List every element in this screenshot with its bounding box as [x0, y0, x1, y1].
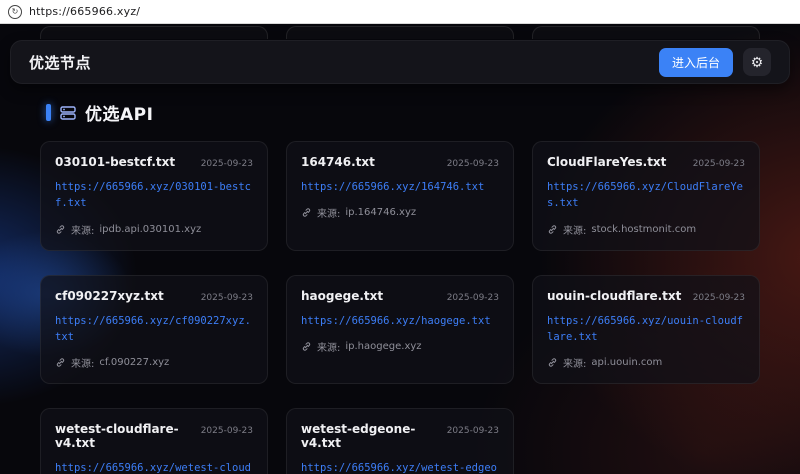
source-label: 来源:: [317, 339, 340, 354]
file-source-row: 来源: ip.164746.xyz: [301, 205, 499, 220]
file-url-link[interactable]: https://665966.xyz/wetest-cloudflare-v4.…: [55, 460, 253, 474]
server-icon: [59, 104, 77, 122]
file-source-row: 来源: api.uouin.com: [547, 355, 745, 370]
source-value: ip.haogege.xyz: [345, 341, 421, 352]
file-name: uouin-cloudflare.txt: [547, 289, 681, 303]
file-name: wetest-cloudflare-v4.txt: [55, 422, 193, 450]
file-date: 2025-09-23: [201, 426, 253, 436]
link-icon: [547, 224, 558, 235]
file-name: cf090227xyz.txt: [55, 289, 164, 303]
source-value: ip.164746.xyz: [345, 207, 416, 218]
page-title: 优选节点: [29, 52, 91, 73]
file-url-link[interactable]: https://665966.xyz/cf090227xyz.txt: [55, 313, 253, 346]
file-url-link[interactable]: https://665966.xyz/wetest-edgeone-v4.txt: [301, 460, 499, 474]
source-value: cf.090227.xyz: [99, 357, 169, 368]
admin-login-button[interactable]: 进入后台: [659, 48, 733, 77]
cards-grid: 030101-bestcf.txt 2025-09-23 https://665…: [40, 141, 760, 474]
file-source-row: 来源: cf.090227.xyz: [55, 355, 253, 370]
card-title-row: haogege.txt 2025-09-23: [301, 289, 499, 303]
main-content: 优选API 030101-bestcf.txt 2025-09-23 https…: [0, 24, 800, 474]
file-source-row: 来源: stock.hostmonit.com: [547, 222, 745, 237]
file-url-link[interactable]: https://665966.xyz/030101-bestcf.txt: [55, 179, 253, 212]
api-file-card: cf090227xyz.txt 2025-09-23 https://66596…: [40, 275, 268, 385]
source-value: api.uouin.com: [591, 357, 662, 368]
file-name: wetest-edgeone-v4.txt: [301, 422, 439, 450]
file-name: 164746.txt: [301, 155, 375, 169]
api-file-card: wetest-edgeone-v4.txt 2025-09-23 https:/…: [286, 408, 514, 474]
link-icon: [301, 207, 312, 218]
page-background: 优选节点 进入后台 ⚙ 优选API 030101-bestcf.txt 2025…: [0, 24, 800, 474]
api-file-card: 030101-bestcf.txt 2025-09-23 https://665…: [40, 141, 268, 251]
api-file-card: 164746.txt 2025-09-23 https://665966.xyz…: [286, 141, 514, 251]
section-title: 优选API: [85, 100, 153, 125]
source-label: 来源:: [71, 355, 94, 370]
card-title-row: uouin-cloudflare.txt 2025-09-23: [547, 289, 745, 303]
file-source-row: 来源: ip.haogege.xyz: [301, 339, 499, 354]
file-url-link[interactable]: https://665966.xyz/uouin-cloudflare.txt: [547, 313, 745, 346]
gear-icon: ⚙: [751, 55, 764, 69]
file-date: 2025-09-23: [693, 293, 745, 303]
file-url-link[interactable]: https://665966.xyz/CloudFlareYes.txt: [547, 179, 745, 212]
link-icon: [547, 357, 558, 368]
section-header: 优选API: [46, 100, 760, 125]
accent-bar: [46, 104, 51, 121]
file-name: CloudFlareYes.txt: [547, 155, 666, 169]
source-label: 来源:: [563, 355, 586, 370]
sticky-header: 优选节点 进入后台 ⚙: [10, 40, 790, 84]
file-url-link[interactable]: https://665966.xyz/haogege.txt: [301, 313, 499, 329]
link-icon: [55, 224, 66, 235]
api-file-card: haogege.txt 2025-09-23 https://665966.xy…: [286, 275, 514, 385]
link-icon: [301, 341, 312, 352]
card-title-row: cf090227xyz.txt 2025-09-23: [55, 289, 253, 303]
browser-address-bar[interactable]: ↻ https://665966.xyz/: [0, 0, 800, 24]
file-date: 2025-09-23: [447, 159, 499, 169]
card-title-row: wetest-edgeone-v4.txt 2025-09-23: [301, 422, 499, 450]
card-title-row: CloudFlareYes.txt 2025-09-23: [547, 155, 745, 169]
file-url-link[interactable]: https://665966.xyz/164746.txt: [301, 179, 499, 195]
source-value: ipdb.api.030101.xyz: [99, 224, 201, 235]
card-title-row: 164746.txt 2025-09-23: [301, 155, 499, 169]
card-title-row: wetest-cloudflare-v4.txt 2025-09-23: [55, 422, 253, 450]
source-label: 来源:: [71, 222, 94, 237]
source-value: stock.hostmonit.com: [591, 224, 696, 235]
api-file-card: uouin-cloudflare.txt 2025-09-23 https://…: [532, 275, 760, 385]
file-date: 2025-09-23: [201, 159, 253, 169]
card-title-row: 030101-bestcf.txt 2025-09-23: [55, 155, 253, 169]
file-name: 030101-bestcf.txt: [55, 155, 175, 169]
file-date: 2025-09-23: [201, 293, 253, 303]
api-file-card: CloudFlareYes.txt 2025-09-23 https://665…: [532, 141, 760, 251]
link-icon: [55, 357, 66, 368]
file-source-row: 来源: ipdb.api.030101.xyz: [55, 222, 253, 237]
source-label: 来源:: [317, 205, 340, 220]
settings-button[interactable]: ⚙: [743, 48, 771, 76]
api-file-card: wetest-cloudflare-v4.txt 2025-09-23 http…: [40, 408, 268, 474]
url-text[interactable]: https://665966.xyz/: [29, 5, 140, 18]
file-date: 2025-09-23: [447, 293, 499, 303]
file-name: haogege.txt: [301, 289, 383, 303]
source-label: 来源:: [563, 222, 586, 237]
site-info-icon[interactable]: ↻: [8, 5, 22, 19]
file-date: 2025-09-23: [447, 426, 499, 436]
file-date: 2025-09-23: [693, 159, 745, 169]
